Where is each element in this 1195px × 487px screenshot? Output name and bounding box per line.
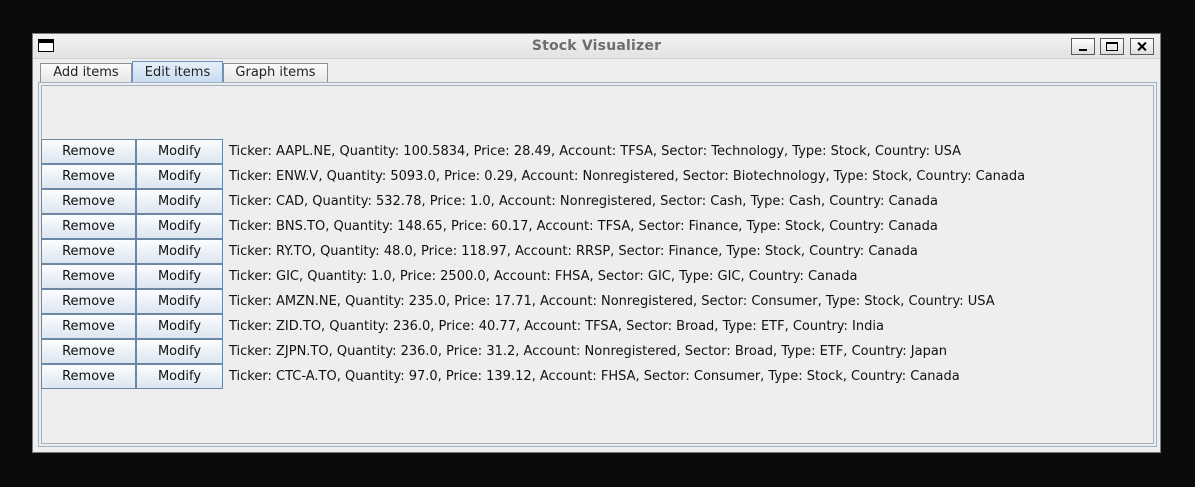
modify-button[interactable]: Modify [136,189,223,214]
modify-button[interactable]: Modify [136,314,223,339]
modify-button[interactable]: Modify [136,164,223,189]
remove-button[interactable]: Remove [41,189,136,214]
modify-button[interactable]: Modify [136,139,223,164]
remove-button[interactable]: Remove [41,289,136,314]
item-description: Ticker: ZJPN.TO, Quantity: 236.0, Price:… [229,344,948,359]
item-description: Ticker: BNS.TO, Quantity: 148.65, Price:… [229,219,938,234]
item-description: Ticker: AMZN.NE, Quantity: 235.0, Price:… [229,294,995,309]
maximize-button[interactable] [1100,38,1124,55]
remove-button[interactable]: Remove [41,214,136,239]
remove-button[interactable]: Remove [41,264,136,289]
tab-edit-items[interactable]: Edit items [132,61,223,82]
window-title: Stock Visualizer [531,38,662,54]
modify-button[interactable]: Modify [136,264,223,289]
remove-button[interactable]: Remove [41,364,136,389]
list-item: Remove Modify Ticker: AMZN.NE, Quantity:… [41,289,1151,314]
minimize-button[interactable] [1071,38,1095,55]
remove-button[interactable]: Remove [41,139,136,164]
remove-button[interactable]: Remove [41,239,136,264]
modify-button[interactable]: Modify [136,289,223,314]
close-button[interactable] [1130,38,1154,55]
item-description: Ticker: CTC-A.TO, Quantity: 97.0, Price:… [229,369,960,384]
title-bar[interactable]: Stock Visualizer [33,34,1160,59]
list-item: Remove Modify Ticker: RY.TO, Quantity: 4… [41,239,1151,264]
item-description: Ticker: CAD, Quantity: 532.78, Price: 1.… [229,194,938,209]
modify-button[interactable]: Modify [136,339,223,364]
modify-button[interactable]: Modify [136,364,223,389]
item-description: Ticker: GIC, Quantity: 1.0, Price: 2500.… [229,269,858,284]
tab-add-items[interactable]: Add items [40,63,132,82]
app-window: Stock Visualizer Add items Edit items Gr… [32,33,1161,453]
modify-button[interactable]: Modify [136,239,223,264]
item-description: Ticker: RY.TO, Quantity: 48.0, Price: 11… [229,244,918,259]
tab-graph-items[interactable]: Graph items [223,63,328,82]
item-description: Ticker: ENW.V, Quantity: 5093.0, Price: … [229,169,1026,184]
modify-button[interactable]: Modify [136,214,223,239]
remove-button[interactable]: Remove [41,339,136,364]
list-item: Remove Modify Ticker: AAPL.NE, Quantity:… [41,139,1151,164]
edit-items-panel: Remove Modify Ticker: AAPL.NE, Quantity:… [38,82,1157,447]
items-list: Remove Modify Ticker: AAPL.NE, Quantity:… [41,139,1151,389]
list-item: Remove Modify Ticker: GIC, Quantity: 1.0… [41,264,1151,289]
list-item: Remove Modify Ticker: CTC-A.TO, Quantity… [41,364,1151,389]
list-item: Remove Modify Ticker: BNS.TO, Quantity: … [41,214,1151,239]
list-item: Remove Modify Ticker: CAD, Quantity: 532… [41,189,1151,214]
remove-button[interactable]: Remove [41,314,136,339]
item-description: Ticker: AAPL.NE, Quantity: 100.5834, Pri… [229,144,962,159]
list-item: Remove Modify Ticker: ZJPN.TO, Quantity:… [41,339,1151,364]
remove-button[interactable]: Remove [41,164,136,189]
list-item: Remove Modify Ticker: ENW.V, Quantity: 5… [41,164,1151,189]
item-description: Ticker: ZID.TO, Quantity: 236.0, Price: … [229,319,884,334]
list-item: Remove Modify Ticker: ZID.TO, Quantity: … [41,314,1151,339]
